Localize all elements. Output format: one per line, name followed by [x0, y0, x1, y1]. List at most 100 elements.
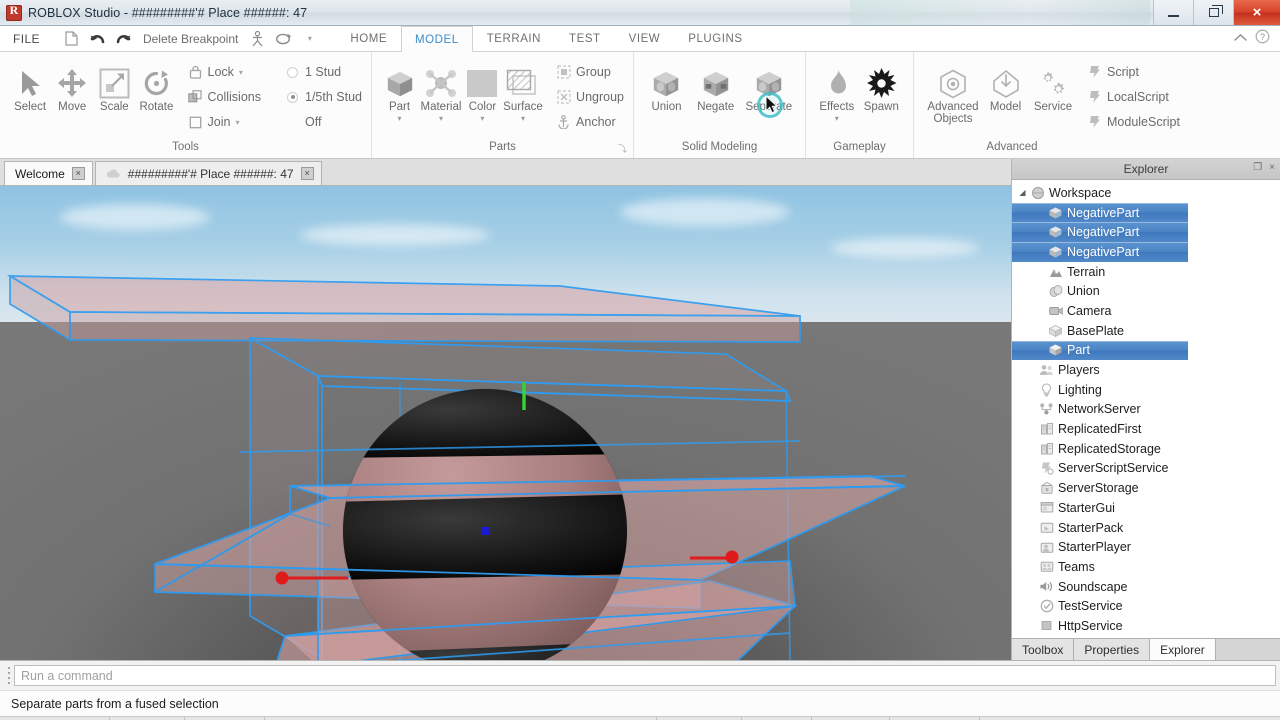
snap-option-fifth-stud[interactable]: 1/5th Stud	[287, 86, 362, 108]
tab-terrain[interactable]: TERRAIN	[473, 26, 555, 51]
script-button[interactable]: Script	[1087, 61, 1180, 83]
tree-item-soundscape[interactable]: Soundscape	[1012, 577, 1280, 597]
part-button[interactable]: Part ▾	[381, 57, 418, 124]
snap-radio-1-stud-icon[interactable]	[287, 66, 298, 78]
color-button[interactable]: Color ▾	[464, 57, 501, 124]
lock-button[interactable]: Lock ▾	[188, 61, 262, 83]
group-button[interactable]: Group	[556, 61, 624, 83]
negativepart-icon	[1047, 205, 1064, 221]
tree-item-starterpack[interactable]: StarterPack	[1012, 518, 1280, 538]
snap-option-off[interactable]: Off	[287, 111, 362, 133]
color-caret-icon[interactable]: ▾	[480, 115, 484, 124]
advanced-objects-button[interactable]: Advanced Objects	[923, 57, 983, 125]
redo-icon[interactable]	[115, 30, 132, 47]
spawn-button[interactable]: Spawn	[859, 57, 904, 113]
service-button[interactable]: Service	[1028, 57, 1078, 113]
close-button[interactable]: ×	[1233, 0, 1280, 25]
modulescript-button[interactable]: ModuleScript	[1087, 111, 1180, 133]
tree-item-negativepart[interactable]: NegativePart	[1012, 202, 1188, 223]
anchor-button[interactable]: Anchor	[556, 111, 624, 133]
tab-test[interactable]: TEST	[555, 26, 615, 51]
float-panel-icon[interactable]: ❐	[1253, 162, 1262, 173]
help-icon[interactable]: ?	[1255, 29, 1270, 49]
tree-item-workspace[interactable]: ◢ Workspace	[1012, 183, 1280, 203]
tree-item-camera[interactable]: Camera	[1012, 301, 1280, 321]
join-button[interactable]: Join ▾	[188, 111, 262, 133]
expand-arrow-icon[interactable]: ◢	[1016, 188, 1029, 197]
part-caret-icon[interactable]: ▾	[398, 115, 402, 124]
tab-model[interactable]: MODEL	[401, 26, 473, 53]
maximize-button[interactable]	[1193, 0, 1233, 25]
close-panel-icon[interactable]: ×	[1269, 162, 1275, 173]
avatar-rig-icon[interactable]	[249, 30, 266, 47]
localscript-button[interactable]: LocalScript	[1087, 86, 1180, 108]
surface-button[interactable]: Surface ▾	[501, 57, 545, 124]
drag-grip-icon[interactable]	[4, 666, 14, 686]
effects-caret-icon[interactable]: ▾	[835, 115, 839, 124]
ribbon: Select Move Scale Rotate Lock ▾ Collisio…	[0, 52, 1280, 159]
tree-item-serverscriptservice[interactable]: ServerScriptService	[1012, 459, 1280, 479]
ungroup-button[interactable]: Ungroup	[556, 86, 624, 108]
collapse-ribbon-icon[interactable]	[1233, 30, 1248, 48]
snap-radio-fifth-stud-icon[interactable]	[287, 91, 298, 103]
doc-tab-welcome-close-icon[interactable]: ×	[71, 167, 85, 180]
customize-quick-access-icon[interactable]	[275, 30, 292, 47]
snap-option-1-stud[interactable]: 1 Stud	[287, 61, 362, 83]
command-input[interactable]: Run a command	[14, 665, 1276, 686]
qat-dropdown-caret-icon[interactable]: ▾	[301, 30, 318, 47]
tree-item-negativepart[interactable]: NegativePart	[1012, 242, 1188, 262]
tree-item-networkserver[interactable]: NetworkServer	[1012, 400, 1280, 420]
tree-item-testservice[interactable]: TestService	[1012, 596, 1280, 616]
explorer-tree[interactable]: ◢ Workspace NegativePart NegativePart Negati…	[1012, 180, 1280, 638]
lock-caret-icon[interactable]: ▾	[239, 68, 243, 77]
ungroup-icon	[556, 90, 571, 105]
tab-view[interactable]: VIEW	[615, 26, 675, 51]
new-document-icon[interactable]	[63, 30, 80, 47]
tree-item-baseplate[interactable]: BasePlate	[1012, 321, 1280, 341]
tree-item-starterplayer[interactable]: StarterPlayer	[1012, 537, 1280, 557]
panel-tab-properties[interactable]: Properties	[1074, 639, 1151, 660]
gizmo-pivot-point	[481, 527, 489, 535]
minimize-button[interactable]	[1153, 0, 1193, 25]
surface-caret-icon[interactable]: ▾	[521, 115, 525, 124]
model-button[interactable]: Model	[983, 57, 1028, 113]
doc-tab-place[interactable]: #########'# Place ######: 47 ×	[94, 161, 322, 185]
replicatedstorage-icon	[1038, 441, 1055, 457]
scale-tool-button[interactable]: Scale	[93, 57, 135, 113]
union-button[interactable]: Union	[643, 57, 690, 113]
tree-item-players[interactable]: Players	[1012, 360, 1280, 380]
tab-home[interactable]: HOME	[336, 26, 401, 51]
panel-tab-toolbox[interactable]: Toolbox	[1012, 639, 1075, 660]
doc-tab-welcome[interactable]: Welcome ×	[4, 161, 93, 185]
move-tool-button[interactable]: Move	[51, 57, 93, 113]
tree-item-lighting[interactable]: Lighting	[1012, 380, 1280, 400]
doc-tab-place-close-icon[interactable]: ×	[300, 167, 314, 180]
join-caret-icon[interactable]: ▾	[235, 118, 239, 127]
material-caret-icon[interactable]: ▾	[439, 115, 443, 124]
3d-viewport[interactable]	[0, 186, 1011, 660]
material-button[interactable]: Material ▾	[418, 57, 464, 124]
separate-button[interactable]: Separate	[742, 57, 796, 113]
negate-button[interactable]: Negate	[690, 57, 742, 113]
tree-item-serverstorage[interactable]: ServerStorage	[1012, 478, 1280, 498]
panel-tab-explorer[interactable]: Explorer	[1150, 639, 1216, 660]
parts-dialog-launcher-icon[interactable]: ⤵	[618, 142, 627, 155]
tree-item-union[interactable]: Union	[1012, 281, 1280, 301]
collisions-button[interactable]: Collisions	[188, 86, 261, 108]
rotate-tool-button[interactable]: Rotate	[135, 57, 177, 113]
tree-item-part[interactable]: Part	[1012, 340, 1188, 361]
tree-item-startergui[interactable]: StarterGui	[1012, 498, 1280, 518]
tree-item-replicatedfirst[interactable]: ReplicatedFirst	[1012, 419, 1280, 439]
tree-item-label: Camera	[1067, 303, 1112, 318]
effects-button[interactable]: Effects ▾	[815, 57, 859, 124]
delete-breakpoint-button[interactable]: Delete Breakpoint	[141, 32, 240, 46]
tree-item-terrain[interactable]: Terrain	[1012, 262, 1280, 282]
select-tool-button[interactable]: Select	[9, 57, 51, 113]
undo-icon[interactable]	[89, 30, 106, 47]
tree-item-negativepart[interactable]: NegativePart	[1012, 222, 1188, 243]
file-menu-button[interactable]: FILE	[0, 26, 53, 51]
tree-item-replicatedstorage[interactable]: ReplicatedStorage	[1012, 439, 1280, 459]
tab-plugins[interactable]: PLUGINS	[674, 26, 756, 51]
tree-item-teams[interactable]: Teams	[1012, 557, 1280, 577]
tree-item-httpservice[interactable]: HttpService	[1012, 616, 1280, 636]
